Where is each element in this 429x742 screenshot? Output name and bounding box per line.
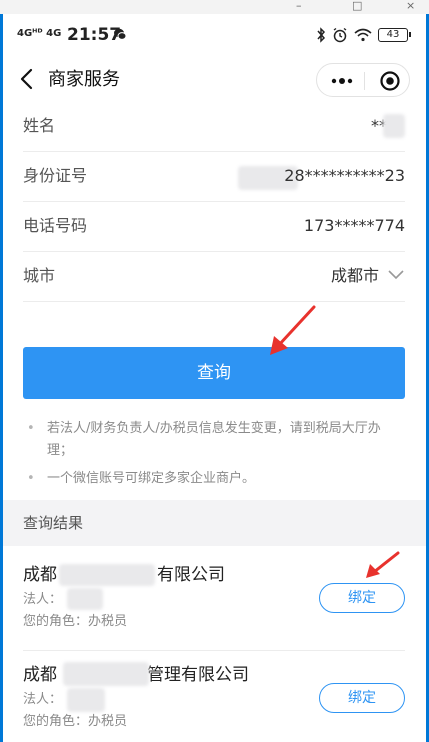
wifi-icon [354, 28, 372, 42]
note-item: • 若法人/财务负责人/办税员信息发生变更，请到税局大厅办理； [23, 418, 405, 462]
user-role: 您的角色：办税员 [23, 614, 128, 629]
id-number-label: 身份证号 [23, 166, 88, 185]
redacted-company-block [63, 662, 149, 686]
bind-button[interactable]: 绑定 [319, 683, 405, 713]
bluetooth-icon [317, 27, 326, 43]
result-item: 成都 有限公司 法人： 您的角色：办税员 绑定 [23, 550, 405, 650]
result-section-header: 查询结果 [3, 500, 426, 546]
user-role: 您的角色：办税员 [23, 714, 128, 729]
form-row-city[interactable]: 城市 成都市 [23, 252, 405, 302]
window-title-bar: – □ × [0, 0, 429, 14]
capsule-divider [364, 72, 365, 90]
form-row-name[interactable]: 姓名 ** [23, 102, 405, 152]
page-title: 商家服务 [48, 69, 120, 90]
annotation-arrow-icon [366, 551, 400, 578]
bind-button[interactable]: 绑定 [319, 583, 405, 613]
form-row-phone[interactable]: 电话号码 173*****774 [23, 202, 405, 252]
target-circle-icon[interactable] [379, 70, 401, 92]
bullet-icon: • [27, 421, 35, 436]
form-row-id-number[interactable]: 身份证号 28**********23 [23, 152, 405, 202]
notes-list: • 若法人/财务负责人/办税员信息发生变更，请到税局大厅办理； • 一个微信账号… [23, 418, 405, 496]
chevron-left-icon[interactable] [15, 66, 41, 92]
minimize-icon[interactable]: – [296, 0, 302, 12]
status-icons: 43 [316, 27, 411, 43]
legal-person: 法人： [23, 692, 63, 707]
query-button[interactable]: 查询 [23, 347, 405, 399]
city-value: 成都市 [330, 266, 379, 285]
city-label: 城市 [23, 266, 56, 285]
redacted-legal-person [67, 588, 103, 610]
maximize-icon[interactable]: □ [352, 0, 362, 12]
alarm-icon [333, 27, 347, 43]
status-bar: 4Gᴴᴰ 4G 21:57 43 [3, 14, 426, 56]
redacted-company-block [59, 564, 155, 586]
name-label: 姓名 [23, 116, 56, 135]
battery-icon: 43 [378, 28, 411, 42]
more-dots-icon[interactable] [327, 72, 357, 90]
result-header-title: 查询结果 [23, 514, 84, 532]
redacted-name [383, 114, 405, 138]
result-item: 成都 管理有限公司 法人： 您的角色：办税员 绑定 [23, 650, 405, 742]
legal-person: 法人： [23, 592, 63, 607]
note-item: • 一个微信账号可绑定多家企业商户。 [23, 468, 405, 490]
redacted-legal-person [67, 688, 105, 712]
window-frame-left [0, 0, 3, 742]
mini-program-capsule [316, 63, 410, 97]
id-number-value: 28**********23 [284, 166, 405, 185]
chevron-down-icon[interactable] [387, 269, 405, 281]
phone-label: 电话号码 [23, 216, 88, 235]
annotation-arrow-icon [270, 305, 316, 355]
network-indicator: 4Gᴴᴰ 4G [17, 28, 62, 39]
close-window-icon[interactable]: × [406, 0, 415, 12]
wechat-notification-icon [114, 28, 127, 40]
phone-value: 173*****774 [303, 216, 405, 235]
nav-bar: 商家服务 [3, 56, 426, 104]
bullet-icon: • [27, 471, 35, 486]
